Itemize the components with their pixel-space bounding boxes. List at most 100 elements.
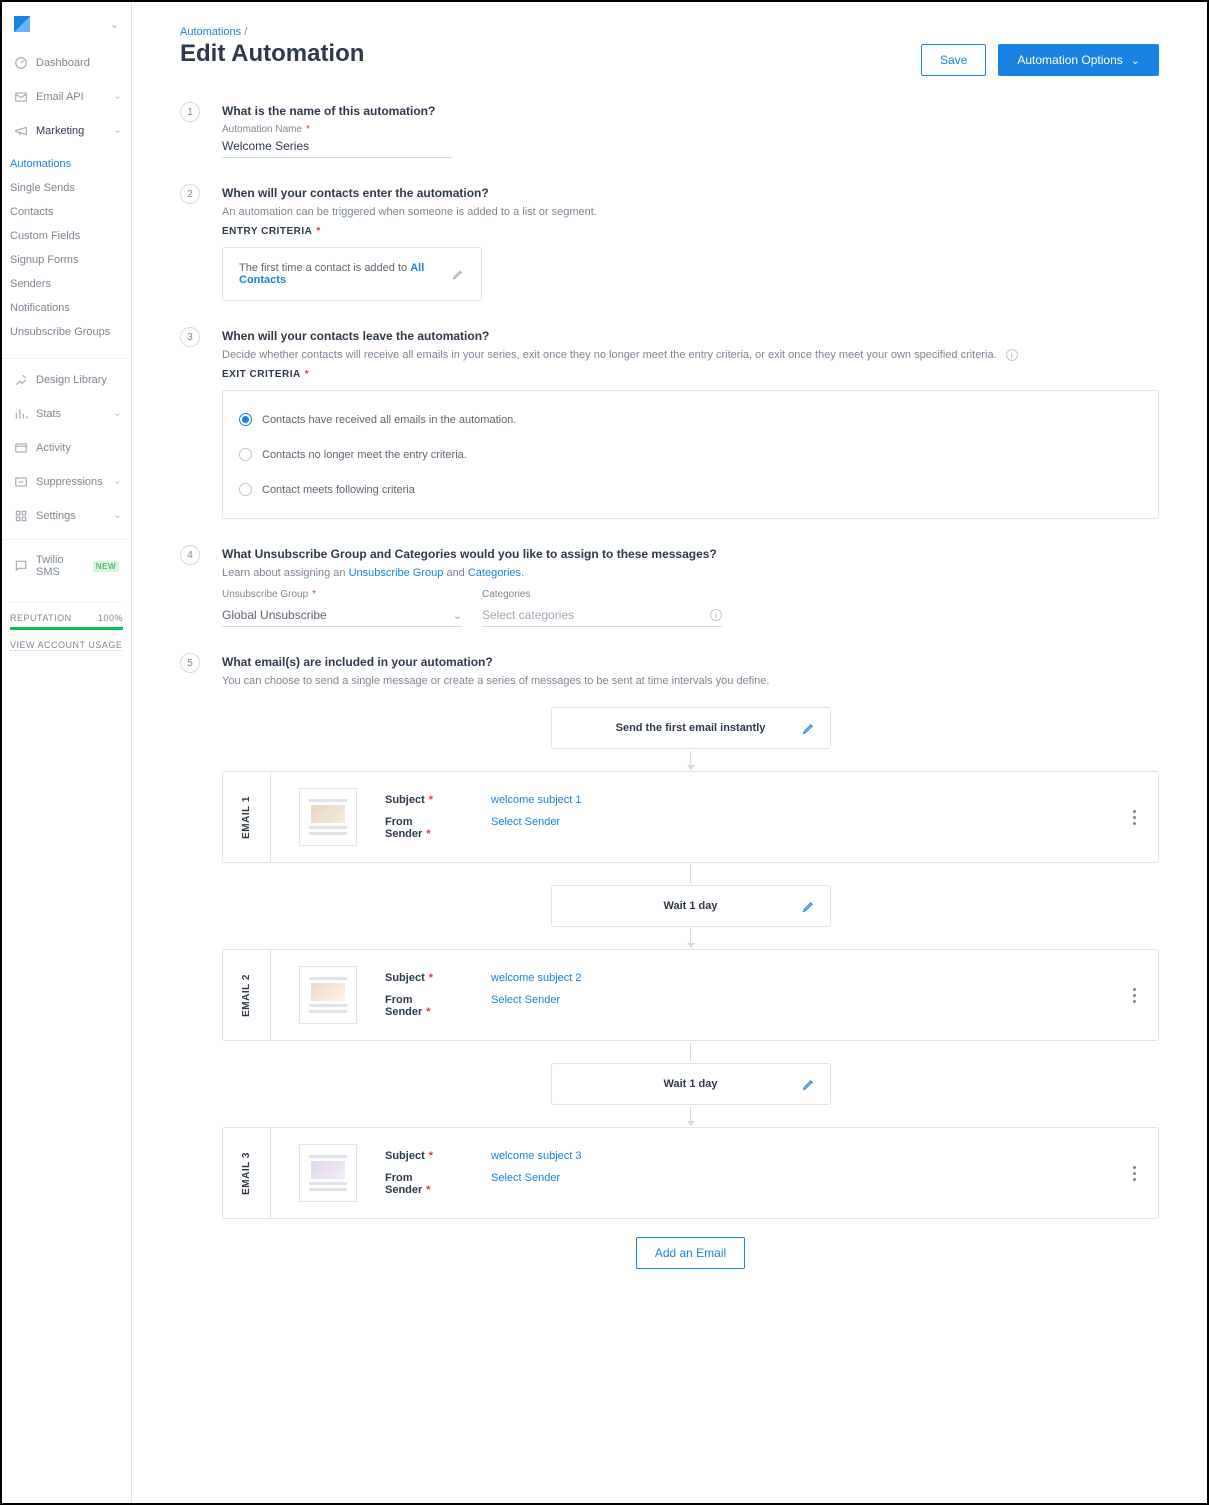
categories-link[interactable]: Categories	[468, 567, 521, 579]
radio-label: Contacts no longer meet the entry criter…	[262, 449, 467, 461]
view-usage-link[interactable]: VIEW ACCOUNT USAGE	[10, 640, 122, 651]
subnav-contacts[interactable]: Contacts	[2, 200, 131, 224]
email-thumbnail[interactable]	[299, 1144, 357, 1202]
select-placeholder: Select categories	[482, 608, 574, 622]
entry-text: The first time a contact is added to	[239, 262, 410, 274]
nav-design-library[interactable]: Design Library	[2, 358, 131, 397]
nav-label: Dashboard	[36, 57, 90, 69]
subject-value[interactable]: welcome subject 2	[491, 972, 582, 984]
nav-label: Marketing	[36, 125, 84, 137]
email-card-3: EMAIL 3 Subject* welcome subject 3 From S…	[222, 1127, 1159, 1219]
wait-label: Wait 1 day	[664, 900, 718, 912]
new-badge: NEW	[93, 561, 119, 572]
radio-icon	[239, 413, 252, 426]
subnav-senders[interactable]: Senders	[2, 272, 131, 296]
email-flow: Send the first email instantly EMAIL 1 S…	[222, 707, 1159, 1269]
nav-settings[interactable]: Settings	[2, 499, 131, 533]
step-desc: Decide whether contacts will receive all…	[222, 349, 1159, 361]
edit-icon[interactable]	[802, 1077, 816, 1091]
edit-icon[interactable]	[802, 721, 816, 735]
radio-icon	[239, 483, 252, 496]
automation-name-input[interactable]	[222, 135, 452, 158]
add-email-button[interactable]: Add an Email	[636, 1237, 745, 1269]
breadcrumb-link[interactable]: Automations	[180, 26, 241, 38]
unsub-group-link[interactable]: Unsubscribe Group	[349, 567, 444, 579]
nav-email-api[interactable]: Email API	[2, 80, 131, 114]
subnav-custom-fields[interactable]: Custom Fields	[2, 224, 131, 248]
nav-label: Suppressions	[36, 476, 103, 488]
email-actions-menu[interactable]	[1133, 1166, 1136, 1181]
email-actions-menu[interactable]	[1133, 988, 1136, 1003]
save-button[interactable]: Save	[921, 44, 986, 76]
step-number: 1	[180, 102, 200, 122]
email-tab: EMAIL 3	[223, 1128, 271, 1218]
unsubscribe-group-select[interactable]: Global Unsubscribe ⌄	[222, 604, 462, 627]
nav-label: Activity	[36, 442, 71, 454]
edit-icon[interactable]	[802, 899, 816, 913]
subject-label: Subject*	[385, 794, 461, 806]
subnav-signup-forms[interactable]: Signup Forms	[2, 248, 131, 272]
step-title: What email(s) are included in your autom…	[222, 655, 1159, 669]
nav-suppressions[interactable]: Suppressions	[2, 465, 131, 499]
entry-criteria-box[interactable]: The first time a contact is added to All…	[222, 247, 482, 301]
sender-value[interactable]: Select Sender	[491, 816, 560, 840]
chevron-down-icon: ⌄	[1131, 54, 1140, 67]
sender-label: From Sender*	[385, 994, 461, 1018]
sidebar: ⌄ Dashboard Email API Marketing Automati…	[2, 2, 132, 1503]
subnav-single-sends[interactable]: Single Sends	[2, 176, 131, 200]
reputation-bar	[10, 627, 123, 630]
send-first-email-box[interactable]: Send the first email instantly	[551, 707, 831, 749]
step-title: When will your contacts enter the automa…	[222, 186, 1159, 200]
reputation-value: 100%	[98, 613, 123, 623]
subject-value[interactable]: welcome subject 3	[491, 1150, 582, 1162]
edit-icon[interactable]	[452, 267, 465, 281]
exit-option-all-emails[interactable]: Contacts have received all emails in the…	[239, 407, 1142, 432]
email-thumbnail[interactable]	[299, 788, 357, 846]
logo-icon	[14, 16, 30, 32]
categories-select[interactable]: Select categories i	[482, 604, 722, 627]
button-label: Automation Options	[1017, 53, 1122, 67]
nav-twilio-sms[interactable]: Twilio SMS NEW	[2, 539, 131, 588]
breadcrumb: Automations /	[180, 26, 1159, 38]
email-card-1: EMAIL 1 Subject*welcome subject 1 From S…	[222, 771, 1159, 863]
step-desc: You can choose to send a single message …	[222, 675, 1159, 687]
email-actions-menu[interactable]	[1133, 810, 1136, 825]
step-number: 3	[180, 327, 200, 347]
step-number: 2	[180, 184, 200, 204]
nav-label: Stats	[36, 408, 61, 420]
subject-value[interactable]: welcome subject 1	[491, 794, 582, 806]
email-tab: EMAIL 2	[223, 950, 271, 1040]
breadcrumb-sep: /	[244, 26, 247, 38]
page-title: Edit Automation	[180, 40, 364, 68]
subnav-unsubscribe-groups[interactable]: Unsubscribe Groups	[2, 320, 131, 344]
sms-icon	[14, 559, 28, 573]
nav-dashboard[interactable]: Dashboard	[2, 46, 131, 80]
nav-marketing[interactable]: Marketing	[2, 114, 131, 148]
field-label: Categories	[482, 589, 722, 600]
sender-value[interactable]: Select Sender	[491, 1172, 560, 1196]
flow-connector	[690, 865, 691, 883]
collapse-icon[interactable]: ⌄	[110, 18, 119, 31]
wait-box[interactable]: Wait 1 day	[551, 1063, 831, 1105]
subnav-notifications[interactable]: Notifications	[2, 296, 131, 320]
subject-label: Subject*	[385, 1150, 461, 1162]
automation-options-button[interactable]: Automation Options ⌄	[998, 44, 1159, 76]
nav-activity[interactable]: Activity	[2, 431, 131, 465]
wait-box[interactable]: Wait 1 day	[551, 885, 831, 927]
info-icon[interactable]: i	[1006, 349, 1018, 361]
exit-option-custom[interactable]: Contact meets following criteria	[239, 477, 1142, 502]
email-tab: EMAIL 1	[223, 772, 271, 862]
email-thumbnail[interactable]	[299, 966, 357, 1024]
sender-value[interactable]: Select Sender	[491, 994, 560, 1018]
sender-label: From Sender*	[385, 1172, 461, 1196]
nav-label: Twilio SMS	[36, 554, 81, 578]
subnav-automations[interactable]: Automations	[2, 152, 131, 176]
nav-label: Design Library	[36, 374, 107, 386]
flow-connector	[690, 1043, 691, 1061]
info-icon[interactable]: i	[710, 609, 722, 621]
nav-stats[interactable]: Stats	[2, 397, 131, 431]
radio-icon	[239, 448, 252, 461]
exit-option-no-meet[interactable]: Contacts no longer meet the entry criter…	[239, 442, 1142, 467]
email-api-icon	[14, 90, 28, 104]
step-title: What Unsubscribe Group and Categories wo…	[222, 547, 1159, 561]
